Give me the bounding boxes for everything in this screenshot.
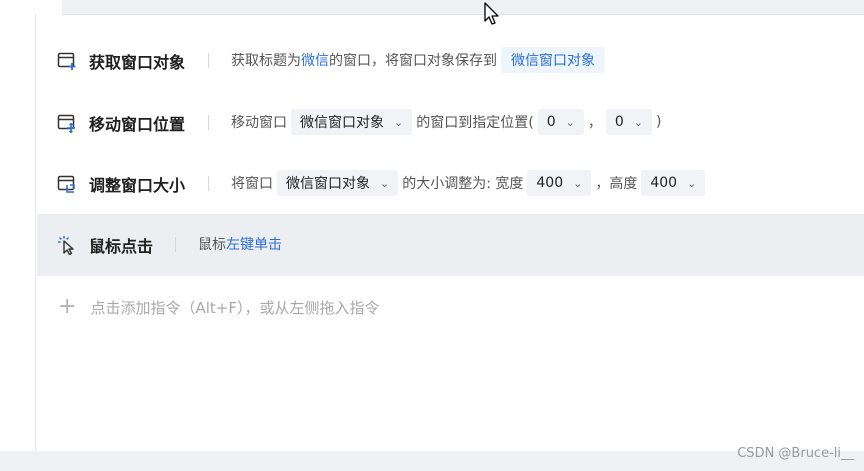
add-instruction-button[interactable]: + 点击添加指令（Alt+F），或从左侧拖入指令 [58, 296, 379, 318]
select-value: 400 [536, 175, 564, 191]
desc-text: 鼠标 [198, 237, 226, 253]
step-description: 获取标题为 微信 的窗口，将窗口对象保存到 微信窗口对象 [231, 46, 605, 74]
add-instruction-label: 点击添加指令（Alt+F），或从左侧拖入指令 [90, 298, 380, 317]
select-value: 0 [546, 114, 556, 130]
divider [208, 176, 209, 191]
desc-text: 的窗口，将窗口对象保存到 [329, 53, 497, 69]
step-title: 鼠标点击 [89, 237, 154, 256]
desc-text: 获取标题为 [231, 53, 301, 69]
select-value: 0 [614, 114, 624, 130]
window-object-select[interactable]: 微信窗口对象 ⌄ [277, 170, 399, 196]
height-select[interactable]: 400 ⌄ [641, 170, 706, 196]
step-description: 移动窗口 微信窗口对象 ⌄ 的窗口到指定位置( 0 ⌄ ， 0 ⌄ ) [231, 108, 661, 136]
step-mouse-click[interactable]: 鼠标点击 鼠标 左键单击 [37, 214, 864, 276]
width-select[interactable]: 400 ⌄ [527, 170, 592, 196]
desc-text: ， [587, 115, 602, 131]
click-action-value[interactable]: 左键单击 [226, 234, 282, 254]
chevron-down-icon: ⌄ [394, 115, 404, 129]
divider [208, 53, 209, 68]
x-position-select[interactable]: 0 ⌄ [537, 109, 584, 135]
desc-text: 的大小调整为: 宽度 [402, 176, 524, 192]
top-toolbar-strip [62, 0, 864, 15]
select-value: 微信窗口对象 [286, 176, 370, 192]
window-resize-icon [57, 175, 75, 193]
step-description: 将窗口 微信窗口对象 ⌄ 的大小调整为: 宽度 400 ⌄ ，高度 400 ⌄ [231, 169, 706, 197]
mouse-cursor-icon [484, 2, 499, 25]
select-value: 400 [650, 175, 678, 191]
divider [208, 115, 209, 130]
flow-left-border [35, 14, 36, 451]
window-move-icon [57, 114, 75, 133]
step-resize-window[interactable]: 调整窗口大小 将窗口 微信窗口对象 ⌄ 的大小调整为: 宽度 400 ⌄ ，高度… [37, 153, 864, 215]
plus-icon: + [58, 294, 77, 319]
step-title: 获取窗口对象 [89, 53, 186, 72]
desc-text: 将窗口 [231, 176, 273, 192]
step-move-window[interactable]: 移动窗口位置 移动窗口 微信窗口对象 ⌄ 的窗口到指定位置( 0 ⌄ ， 0 ⌄… [37, 92, 864, 154]
desc-text: ) [655, 114, 662, 130]
divider [175, 237, 176, 252]
select-value: 微信窗口对象 [300, 115, 384, 131]
step-title: 调整窗口大小 [89, 176, 186, 195]
desc-text: 移动窗口 [231, 115, 287, 131]
bottom-bar [0, 451, 864, 471]
window-title-value[interactable]: 微信 [301, 50, 329, 70]
step-get-window[interactable]: 获取窗口对象 获取标题为 微信 的窗口，将窗口对象保存到 微信窗口对象 [37, 30, 864, 92]
chevron-down-icon: ⌄ [573, 176, 583, 190]
chevron-down-icon: ⌄ [565, 115, 575, 129]
mouse-click-icon [58, 236, 74, 255]
step-title: 移动窗口位置 [89, 115, 186, 134]
output-variable-chip[interactable]: 微信窗口对象 [501, 47, 605, 73]
chevron-down-icon: ⌄ [687, 176, 697, 190]
desc-text: ，高度 [595, 176, 638, 192]
window-object-select[interactable]: 微信窗口对象 ⌄ [291, 109, 413, 135]
window-add-icon [57, 52, 76, 70]
chevron-down-icon: ⌄ [633, 115, 643, 129]
chevron-down-icon: ⌄ [380, 176, 390, 190]
step-description: 鼠标 左键单击 [198, 230, 282, 258]
watermark: CSDN @Bruce-li__ [737, 446, 854, 461]
desc-text: 的窗口到指定位置( [416, 115, 534, 131]
y-position-select[interactable]: 0 ⌄ [605, 109, 652, 135]
